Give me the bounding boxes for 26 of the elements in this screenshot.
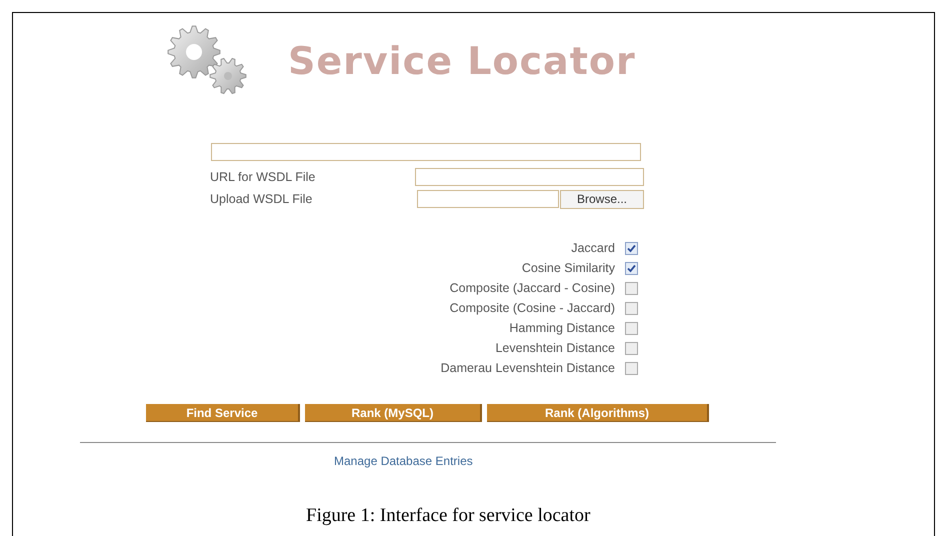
field-label: Upload WSDL File xyxy=(210,192,312,206)
checkbox-label: Hamming Distance xyxy=(509,321,615,335)
checkbox-label: Cosine Similarity xyxy=(522,261,615,275)
checkbox-label: Levenshtein Distance xyxy=(495,341,615,355)
checkbox-label: Composite (Jaccard - Cosine) xyxy=(450,281,615,295)
checkbox-label: Jaccard xyxy=(571,241,615,255)
checkbox[interactable] xyxy=(625,262,638,274)
page-title: Service Locator xyxy=(288,39,636,83)
field-label: URL for WSDL File xyxy=(210,170,316,184)
checkbox[interactable] xyxy=(625,242,638,254)
checkbox-label: Damerau Levenshtein Distance xyxy=(440,361,615,375)
checkbox[interactable] xyxy=(625,322,638,334)
figure-caption: Figure 1: Interface for service locator xyxy=(306,505,590,527)
manage-link[interactable]: Manage Database Entries xyxy=(334,454,473,468)
url-field[interactable] xyxy=(415,168,644,186)
checkbox[interactable] xyxy=(625,362,638,374)
action-button[interactable]: Rank (Algorithms) xyxy=(487,404,709,422)
file-path-field[interactable] xyxy=(417,190,559,208)
checkbox[interactable] xyxy=(625,342,638,354)
checkbox[interactable] xyxy=(625,302,638,314)
checkbox-label: Composite (Cosine - Jaccard) xyxy=(450,301,615,315)
search-field[interactable] xyxy=(211,143,641,161)
action-button[interactable]: Rank (MySQL) xyxy=(305,404,482,422)
checkbox[interactable] xyxy=(625,282,638,294)
browse-button[interactable]: Browse... xyxy=(560,190,644,208)
action-button[interactable]: Find Service xyxy=(146,404,300,422)
